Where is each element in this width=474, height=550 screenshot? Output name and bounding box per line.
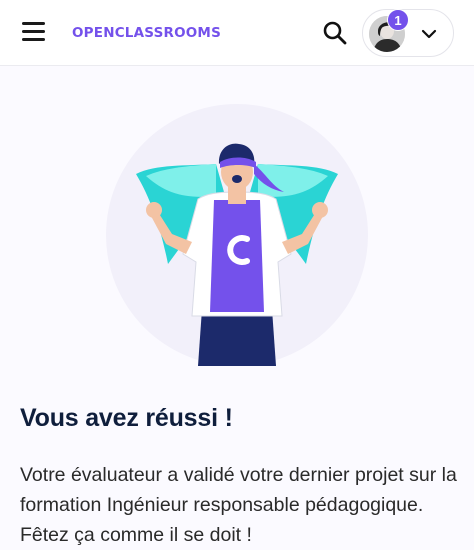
chevron-down-icon: [421, 29, 437, 39]
top-header: OPENCLASSROOMS 1: [0, 0, 474, 66]
success-message: Votre évaluateur a validé votre dernier …: [20, 464, 457, 546]
hamburger-icon-line: [22, 38, 45, 41]
search-button[interactable]: [322, 20, 348, 46]
account-menu-button[interactable]: 1: [362, 9, 454, 57]
openclassrooms-logo[interactable]: OPENCLASSROOMS: [72, 24, 221, 42]
page-title: Vous avez réussi !: [20, 404, 233, 432]
hamburger-icon-line: [22, 30, 45, 33]
logo-text: OPENCLASSROOMS: [72, 25, 221, 41]
success-illustration: [106, 104, 368, 366]
menu-button[interactable]: [22, 22, 46, 44]
notification-badge: 1: [387, 9, 409, 31]
hamburger-icon-line: [22, 22, 45, 25]
search-icon: [323, 21, 347, 45]
